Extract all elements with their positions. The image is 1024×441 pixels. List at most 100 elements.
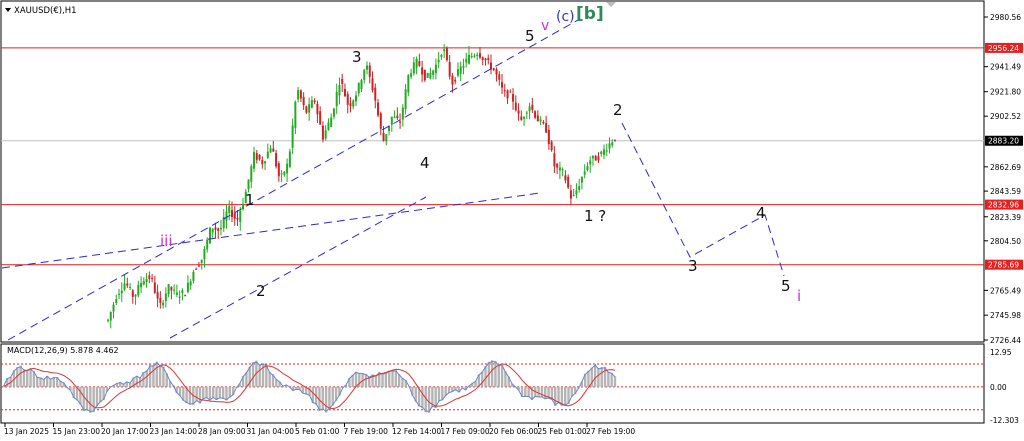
- candle-body: [294, 101, 297, 128]
- price-tick-label: 2902.52: [990, 112, 1021, 121]
- candle-body: [407, 75, 410, 93]
- candle-body: [429, 72, 432, 79]
- macd-hist-bar: [212, 386, 215, 399]
- candle-body: [456, 69, 459, 76]
- candle-body: [377, 102, 380, 116]
- price-tick-label: 2823.39: [990, 213, 1021, 222]
- candle-body: [531, 104, 534, 110]
- macd-hist-bar: [391, 370, 394, 387]
- candle-body: [569, 190, 572, 199]
- wave-label-iii: iii: [160, 232, 173, 250]
- candle-body: [159, 297, 162, 303]
- macd-hist-bar: [421, 386, 424, 409]
- candle-body: [341, 78, 344, 84]
- macd-hist-bar: [494, 360, 497, 387]
- macd-hist-bar: [89, 386, 92, 413]
- candle-body: [492, 68, 495, 71]
- candle-body: [297, 89, 300, 100]
- degree-label-c: (c): [556, 9, 575, 25]
- candle-body: [542, 121, 545, 124]
- candle-body: [253, 152, 256, 169]
- candle-body: [321, 125, 324, 140]
- candle-body: [437, 59, 440, 63]
- candle-body: [181, 290, 184, 293]
- candle-body: [401, 107, 404, 120]
- candle-body: [459, 66, 462, 74]
- candle-body: [164, 293, 167, 301]
- candle-body: [451, 75, 454, 85]
- candle-body: [360, 80, 363, 90]
- macd-hist-bar: [354, 371, 358, 387]
- candle-body: [316, 103, 319, 115]
- candle-body: [277, 163, 280, 177]
- candle-body: [186, 282, 189, 293]
- symbol-label: XAUUSD(€),H1: [14, 6, 77, 16]
- macd-hist-bar: [490, 360, 494, 387]
- macd-hist-bar: [195, 386, 198, 402]
- candle-body: [354, 95, 357, 102]
- candle-body: [490, 62, 493, 70]
- macd-hist-bar: [205, 386, 208, 399]
- macd-hist-bar: [540, 386, 544, 398]
- macd-hist-bar: [215, 386, 218, 401]
- macd-hist-bar: [563, 386, 567, 406]
- candle-body: [564, 175, 567, 181]
- candle-body: [280, 173, 283, 175]
- candle-body: [536, 115, 539, 122]
- candle-body: [140, 283, 143, 288]
- candle-body: [120, 290, 123, 294]
- macd-hist-bar: [155, 361, 158, 387]
- candle-body: [418, 61, 421, 66]
- candle-body: [448, 62, 451, 77]
- candle-body: [272, 148, 275, 152]
- candle-body: [600, 151, 603, 154]
- candle-body: [275, 153, 278, 167]
- wave-label-3-proj: 3: [688, 257, 698, 275]
- candle-body: [206, 239, 209, 250]
- candle-body: [214, 227, 217, 230]
- macd-hist-bar: [527, 386, 530, 398]
- wave-label-5: 5: [525, 27, 535, 45]
- macd-hist-bar: [258, 364, 261, 387]
- candle-body: [534, 111, 537, 118]
- candle-body: [586, 166, 589, 171]
- candle-body: [109, 312, 112, 321]
- macd-tick-label: -12.303: [990, 416, 1019, 425]
- candle-body: [162, 302, 165, 306]
- level-tag-text: 2832.96: [988, 201, 1019, 210]
- level-tag-text: 2785.69: [988, 261, 1019, 270]
- price-tick-label: 2921.80: [990, 88, 1021, 97]
- candle-body: [324, 130, 327, 139]
- candle-body: [170, 287, 173, 291]
- candle-body: [228, 206, 231, 213]
- price-tick-label: 2804.50: [990, 237, 1021, 246]
- time-tick-label: 20 Feb 06:00: [489, 427, 538, 436]
- macd-hist-bar: [36, 376, 39, 387]
- time-tick-label: 5 Feb 01:00: [295, 427, 340, 436]
- price-tick-label: 2843.59: [990, 187, 1021, 196]
- candle-body: [412, 62, 415, 74]
- candle-body: [525, 112, 528, 114]
- degree-label-b: [b]: [576, 4, 604, 24]
- candle-body: [236, 217, 239, 220]
- candle-body: [195, 268, 198, 270]
- candle-body: [131, 290, 134, 297]
- candle-body: [523, 117, 526, 119]
- macd-hist-bar: [19, 365, 22, 387]
- candle-body: [233, 212, 236, 219]
- wave-label-4: 4: [420, 154, 430, 172]
- candle-body: [608, 143, 611, 149]
- macd-hist-bar: [497, 364, 500, 387]
- macd-hist-bar: [321, 386, 324, 411]
- macd-hist-bar: [597, 367, 600, 387]
- candle-body: [142, 281, 145, 285]
- candle-body: [137, 285, 140, 296]
- candle-body: [440, 54, 443, 57]
- macd-hist-bar: [374, 375, 378, 387]
- time-tick-label: 23 Jan 14:00: [150, 427, 198, 436]
- macd-hist-bar: [49, 378, 52, 387]
- candle-body: [385, 134, 388, 142]
- level-tag-text: 2956.24: [988, 44, 1019, 53]
- time-tick-label: 7 Feb 19:00: [344, 427, 389, 436]
- candle-body: [443, 49, 446, 52]
